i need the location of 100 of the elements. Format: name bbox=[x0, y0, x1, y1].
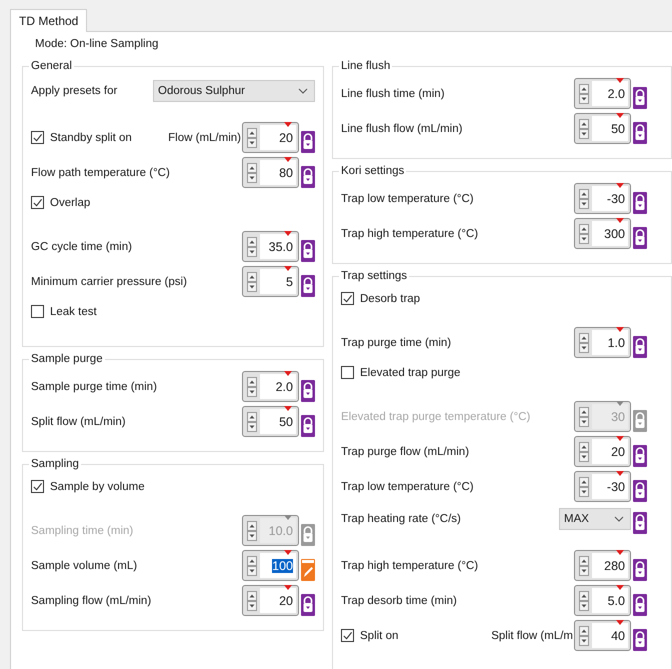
checkbox-label: Sample by volume bbox=[50, 480, 146, 492]
marker-icon bbox=[284, 231, 292, 236]
value-text: 5.0 bbox=[592, 588, 628, 613]
checkbox-label: Overlap bbox=[50, 196, 92, 208]
spin-field[interactable]: 50 bbox=[574, 113, 631, 144]
spin-field[interactable]: -30 bbox=[574, 471, 631, 502]
spin-field[interactable]: 50 bbox=[242, 406, 299, 437]
checkbox-label: Elevated trap purge bbox=[360, 366, 462, 378]
spin-field[interactable]: 80 bbox=[242, 157, 299, 188]
spin-field[interactable]: 1.0 bbox=[574, 327, 631, 358]
checkbox[interactable] bbox=[341, 292, 354, 305]
padlock-icon[interactable] bbox=[633, 480, 647, 502]
marker-icon bbox=[616, 585, 624, 590]
padlock-icon[interactable] bbox=[633, 558, 647, 580]
dropdown[interactable]: MAX bbox=[559, 508, 631, 530]
dropdown[interactable]: Odorous Sulphur bbox=[153, 80, 315, 102]
padlock-icon[interactable] bbox=[301, 240, 315, 262]
spin-field[interactable]: 300 bbox=[574, 218, 631, 249]
checkbox-label: Split on bbox=[360, 630, 400, 642]
up-down-arrows-icon bbox=[579, 590, 589, 610]
spin-field[interactable]: 280 bbox=[574, 550, 631, 581]
field-label: Split flow (mL/min) bbox=[31, 416, 127, 428]
pencil-icon[interactable] bbox=[301, 558, 315, 580]
up-down-arrows-icon bbox=[247, 412, 257, 432]
mode-label: Mode: On-line Sampling bbox=[34, 37, 160, 52]
marker-icon bbox=[616, 401, 624, 406]
spin-field[interactable]: 35.0 bbox=[242, 231, 299, 262]
spin-field[interactable]: 20 bbox=[242, 585, 299, 616]
group-title: Line flush bbox=[340, 60, 392, 72]
spin-field[interactable]: -30 bbox=[574, 183, 631, 214]
up-down-arrows-icon bbox=[579, 118, 589, 138]
padlock-icon[interactable] bbox=[633, 512, 647, 534]
padlock-icon[interactable] bbox=[633, 192, 647, 214]
padlock-icon[interactable] bbox=[633, 122, 647, 144]
up-down-arrows-icon bbox=[579, 556, 589, 576]
padlock-icon[interactable] bbox=[301, 166, 315, 188]
spin-field[interactable]: 2.0 bbox=[242, 371, 299, 402]
marker-icon bbox=[284, 585, 292, 590]
value-text: 50 bbox=[260, 409, 296, 434]
field-label: Line flush flow (mL/min) bbox=[341, 122, 464, 134]
checkbox[interactable] bbox=[341, 366, 354, 379]
spin-field[interactable]: 20 bbox=[574, 436, 631, 467]
marker-icon bbox=[284, 515, 292, 520]
padlock-icon[interactable] bbox=[633, 628, 647, 650]
marker-icon bbox=[616, 218, 624, 223]
up-down-arrows-icon bbox=[579, 188, 589, 208]
tab[interactable]: TD Method bbox=[10, 9, 88, 32]
padlock-icon[interactable] bbox=[633, 336, 647, 358]
checkbox[interactable] bbox=[31, 196, 44, 209]
checkbox[interactable] bbox=[341, 629, 354, 642]
padlock-icon[interactable] bbox=[301, 380, 315, 402]
checkbox[interactable] bbox=[31, 131, 44, 144]
field-label: Elevated trap purge temperature (°C) bbox=[341, 410, 532, 422]
padlock-icon[interactable] bbox=[301, 414, 315, 436]
padlock-icon[interactable] bbox=[301, 130, 315, 152]
padlock-icon[interactable] bbox=[301, 274, 315, 296]
group-title: Trap settings bbox=[340, 270, 408, 282]
field-label: Sample volume (mL) bbox=[31, 560, 138, 572]
marker-icon bbox=[284, 550, 292, 555]
field-label: Sampling time (min) bbox=[31, 524, 134, 536]
value-text: 30 bbox=[592, 404, 628, 429]
value-text: 2.0 bbox=[260, 374, 296, 399]
spin-field[interactable]: 20 bbox=[242, 122, 299, 153]
checkbox[interactable] bbox=[31, 305, 44, 318]
field-label: Minimum carrier pressure (psi) bbox=[31, 276, 188, 288]
group-title: Sample purge bbox=[30, 353, 104, 365]
value-text: 10.0 bbox=[260, 518, 296, 543]
spin-field[interactable]: 5.0 bbox=[574, 585, 631, 616]
value-text: 100 bbox=[260, 553, 296, 578]
padlock-icon[interactable] bbox=[633, 444, 647, 466]
spin-field[interactable]: 40 bbox=[574, 620, 631, 651]
value-text: 20 bbox=[260, 588, 296, 613]
checkbox[interactable] bbox=[31, 480, 44, 493]
up-down-arrows-icon bbox=[579, 84, 589, 104]
up-down-arrows-icon bbox=[579, 332, 589, 352]
padlock-icon[interactable] bbox=[633, 226, 647, 248]
up-down-arrows-icon bbox=[247, 556, 257, 576]
padlock-icon[interactable] bbox=[633, 594, 647, 616]
field-label: Trap heating rate (°C/s) bbox=[341, 513, 462, 525]
value-text: 80 bbox=[260, 160, 296, 185]
up-down-arrows-icon bbox=[247, 272, 257, 292]
field-label: Flow path temperature (°C) bbox=[31, 166, 171, 178]
padlock-icon[interactable] bbox=[633, 86, 647, 108]
value-text: 2.0 bbox=[592, 81, 628, 106]
chevron-down-icon bbox=[614, 516, 624, 522]
marker-icon bbox=[616, 183, 624, 188]
spin-field[interactable]: 2.0 bbox=[574, 78, 631, 109]
marker-icon bbox=[616, 327, 624, 332]
marker-icon bbox=[616, 436, 624, 441]
up-down-arrows-icon bbox=[579, 626, 589, 646]
field-label: Trap high temperature (°C) bbox=[341, 228, 480, 240]
spin-field[interactable]: 5 bbox=[242, 266, 299, 297]
field-label: Trap high temperature (°C) bbox=[341, 560, 480, 572]
value-text: 1.0 bbox=[592, 330, 628, 355]
padlock-icon[interactable] bbox=[301, 594, 315, 616]
spin-field[interactable]: 100 bbox=[242, 550, 299, 581]
up-down-arrows-icon bbox=[247, 162, 257, 182]
field-label: Apply presets for bbox=[31, 85, 118, 97]
field-label: Trap low temperature (°C) bbox=[341, 480, 475, 492]
marker-icon bbox=[284, 371, 292, 376]
